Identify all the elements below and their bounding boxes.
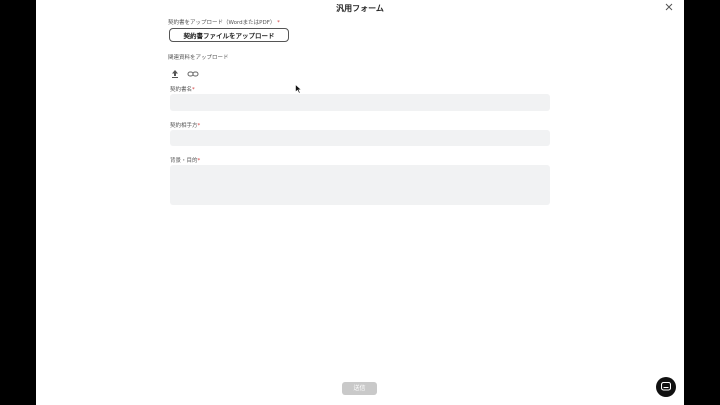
background-label: 背景・目的* <box>170 156 200 164</box>
mouse-cursor-icon <box>295 84 302 94</box>
background-textarea[interactable] <box>170 165 550 205</box>
background-label-text: 背景・目的 <box>170 158 198 164</box>
counterparty-label: 契約相手方* <box>170 121 200 129</box>
contract-upload-label: 契約書をアップロード（WordまたはPDF） * <box>168 18 280 26</box>
required-mark: * <box>197 158 201 164</box>
contract-name-input[interactable] <box>170 94 550 111</box>
form-title: 汎用フォーム <box>336 4 384 13</box>
counterparty-input[interactable] <box>170 130 550 146</box>
counterparty-label-text: 契約相手方 <box>170 123 198 129</box>
link-icon-graphic <box>187 71 199 77</box>
form-page: 汎用フォーム 契約書をアップロード（WordまたはPDF） * 契約書ファイルを… <box>36 0 684 405</box>
required-mark: * <box>277 20 280 26</box>
close-icon-graphic <box>665 3 673 11</box>
upload-contract-button[interactable]: 契約書ファイルをアップロード <box>169 28 289 42</box>
contract-name-label: 契約書名* <box>170 85 195 93</box>
required-mark: * <box>197 123 201 129</box>
chat-icon-graphic <box>661 382 671 391</box>
contract-name-label-text: 契約書名 <box>170 87 193 93</box>
upload-icon-graphic <box>172 70 178 78</box>
chat-icon[interactable] <box>656 377 676 397</box>
close-icon[interactable] <box>663 3 675 15</box>
contract-upload-label-text: 契約書をアップロード（WordまたはPDF） <box>168 20 276 26</box>
upload-icon[interactable] <box>170 64 182 78</box>
submit-button[interactable]: 送信 <box>342 382 377 395</box>
required-mark: * <box>192 87 195 93</box>
link-icon[interactable] <box>187 64 199 77</box>
related-upload-label: 関連資料をアップロード <box>168 55 229 61</box>
